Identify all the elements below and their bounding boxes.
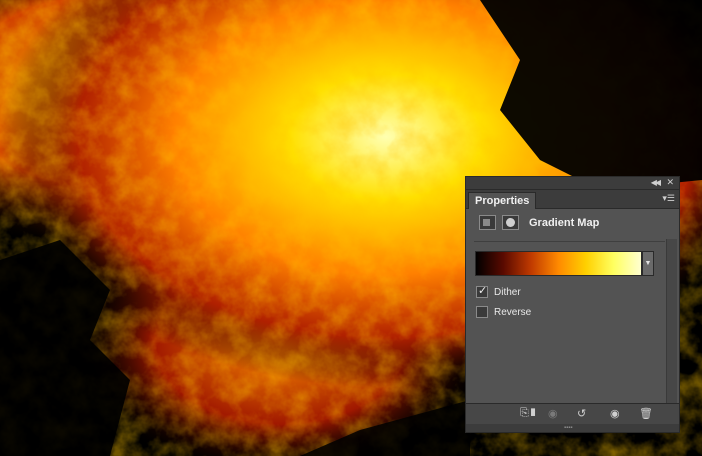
panel-footer-toolbar: ⎘▮ ◉ ↺ ◉ 🗑 xyxy=(466,403,679,424)
reset-icon[interactable]: ↺ xyxy=(577,407,586,420)
gradient-map-adjustment-icon[interactable] xyxy=(479,215,496,230)
clip-to-layer-icon[interactable]: ⎘▮ xyxy=(520,407,537,420)
close-icon[interactable]: ✕ xyxy=(666,177,674,188)
dither-option[interactable]: ✓ Dither xyxy=(476,285,521,299)
panel-menu-icon[interactable]: ▾☰ xyxy=(662,193,675,204)
gradient-preview[interactable] xyxy=(475,251,642,276)
double-chevron-left-icon[interactable]: ◀◀ xyxy=(651,178,661,187)
adjustment-title: Gradient Map xyxy=(529,217,600,229)
properties-panel: ◀◀ ✕ Properties ▾☰ Gradient Map ▼ ✓ Dith… xyxy=(465,176,680,433)
panel-scrollbar[interactable] xyxy=(666,239,677,405)
layer-mask-icon[interactable] xyxy=(502,215,519,230)
resize-grip[interactable]: ▪▪▪▪ xyxy=(466,424,679,432)
reverse-option[interactable]: Reverse xyxy=(476,305,531,319)
panel-title-bar[interactable]: ◀◀ ✕ xyxy=(466,177,679,190)
dither-checkbox[interactable]: ✓ xyxy=(476,285,488,298)
delete-icon[interactable]: 🗑 xyxy=(639,407,653,420)
gradient-dropdown-button[interactable]: ▼ xyxy=(642,251,654,276)
panel-tab-bar: Properties ▾☰ xyxy=(466,190,679,209)
checkmark-icon: ✓ xyxy=(478,285,488,297)
dither-label: Dither xyxy=(494,286,521,298)
adjustment-header: Gradient Map xyxy=(466,209,679,237)
reverse-checkbox[interactable] xyxy=(476,306,488,318)
reverse-label: Reverse xyxy=(494,306,532,318)
visibility-icon[interactable]: ◉ xyxy=(610,407,620,420)
divider xyxy=(474,241,665,242)
view-previous-state-icon[interactable]: ◉ xyxy=(548,407,558,420)
tab-properties[interactable]: Properties xyxy=(468,192,537,209)
